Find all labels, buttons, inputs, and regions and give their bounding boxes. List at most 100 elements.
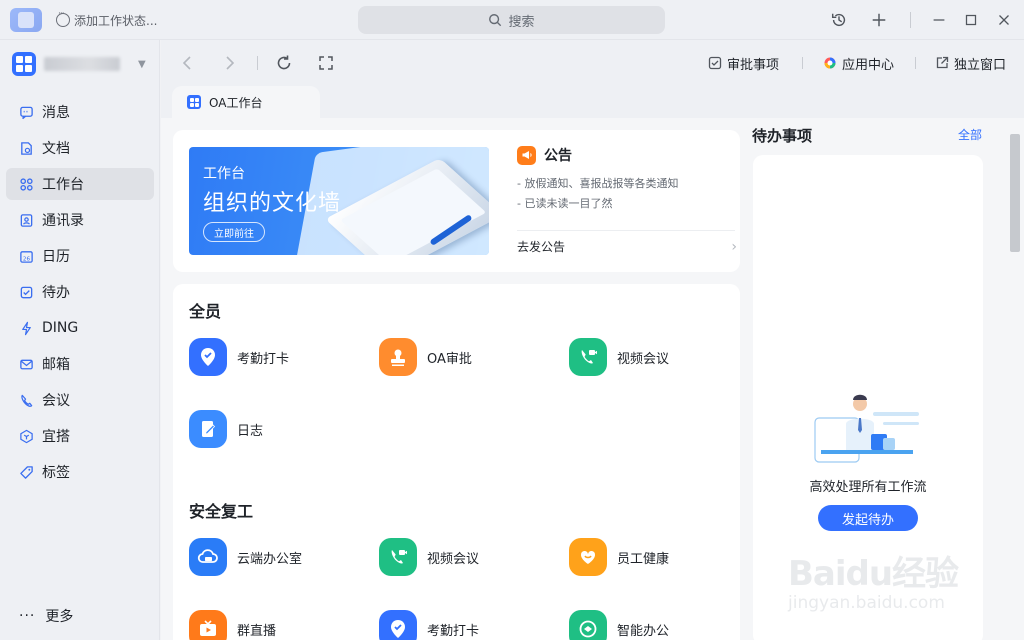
app-label: 云端办公室 [237, 551, 303, 567]
stamp-icon [379, 338, 417, 376]
ding-icon [22, 321, 31, 335]
app-attendance[interactable]: 考勤打卡 [189, 338, 289, 376]
scrollbar-thumb[interactable] [1010, 134, 1020, 252]
location-check-icon [189, 338, 227, 376]
search-bar[interactable]: 搜索 [358, 6, 665, 34]
sidebar-item-mail[interactable]: 邮箱 [6, 348, 154, 380]
app-video-meeting[interactable]: 视频会议 [569, 338, 669, 376]
back-arrow-icon[interactable] [179, 54, 197, 72]
sidebar-item-label: 会议 [42, 393, 70, 409]
banner-small-title: 工作台 [203, 166, 245, 182]
approval-check-icon [708, 56, 722, 70]
sidebar-item-label: DING [42, 320, 79, 336]
app-label: 视频会议 [617, 351, 670, 367]
fullscreen-icon[interactable] [317, 54, 335, 72]
app-label: 员工健康 [617, 551, 670, 567]
caret-down-icon: ▼ [138, 58, 146, 70]
sidebar-more-label: 更多 [45, 609, 74, 625]
tab-oa-workbench[interactable]: OA工作台 [172, 86, 320, 118]
sidebar-item-calendar[interactable]: 26 日历 [6, 240, 154, 272]
org-grid-icon [12, 52, 36, 76]
todo-view-all-link[interactable]: 全部 [958, 126, 982, 143]
content-scrollbar[interactable] [1008, 134, 1022, 640]
app-smart-office[interactable]: 智能办公 [569, 610, 669, 640]
plus-icon[interactable] [869, 10, 889, 30]
section-title-safe-return: 安全复工 [189, 502, 254, 521]
banner-go-button[interactable]: 立即前往 [203, 222, 265, 242]
external-window-icon [936, 56, 949, 69]
app-journal[interactable]: 日志 [189, 410, 263, 448]
refresh-icon[interactable] [275, 54, 293, 72]
calendar-icon: 26 [20, 250, 33, 263]
journal-icon [189, 410, 227, 448]
app-center-button[interactable]: 应用中心 [823, 54, 894, 73]
sidebar-item-label: 工作台 [42, 177, 84, 193]
sidebar-item-contacts[interactable]: 通讯录 [6, 204, 154, 236]
sidebar-nav: 消息 文档 工作台 通讯录 26 日历 待办 DING 邮箱 会议 宜搭 标签 [6, 96, 154, 492]
heart-icon [569, 538, 607, 576]
sidebar-item-todo[interactable]: 待办 [6, 276, 154, 308]
post-announcement-link[interactable]: 去发公告 › [517, 238, 737, 255]
workbench-icon [20, 177, 33, 191]
sidebar-item-label: 宜搭 [42, 429, 70, 445]
todo-card: 高效处理所有工作流 发起待办 [753, 155, 983, 640]
toolbar-divider [257, 56, 258, 70]
approvals-button[interactable]: 审批事项 [708, 54, 779, 73]
culture-wall-banner[interactable]: 工作台 组织的文化墙 立即前往 [189, 147, 489, 255]
app-label: 考勤打卡 [237, 351, 290, 367]
app-employee-health[interactable]: 员工健康 [569, 538, 669, 576]
app-cloud-office[interactable]: 云端办公室 [189, 538, 302, 576]
document-icon [21, 141, 32, 155]
app-logo[interactable] [10, 8, 42, 32]
more-dots-icon: ··· [19, 608, 36, 624]
sidebar-more-button[interactable]: ··· 更多 [19, 606, 73, 626]
history-icon[interactable] [829, 10, 849, 30]
sidebar-item-label: 通讯录 [42, 213, 84, 229]
minimize-icon[interactable] [929, 10, 949, 30]
video-call-icon [379, 538, 417, 576]
sidebar-item-messages[interactable]: 消息 [6, 96, 154, 128]
sidebar-item-tags[interactable]: 标签 [6, 456, 154, 488]
org-switcher[interactable]: ▼ [12, 52, 146, 76]
close-icon[interactable] [994, 10, 1014, 30]
meeting-icon [21, 394, 33, 407]
standalone-window-button[interactable]: 独立窗口 [935, 54, 1006, 73]
mail-icon [20, 359, 33, 369]
sidebar-item-docs[interactable]: 文档 [6, 132, 154, 164]
chevron-right-icon: › [731, 238, 737, 255]
office-worker-illustration [814, 394, 919, 463]
app-group-live[interactable]: 群直播 [189, 610, 276, 640]
message-icon [20, 106, 33, 119]
app-oa-approval[interactable]: OA审批 [379, 338, 472, 376]
calendar-day-number: 26 [23, 256, 31, 262]
work-status[interactable]: 添加工作状态... [56, 9, 157, 29]
app-video-meeting-2[interactable]: 视频会议 [379, 538, 479, 576]
tab-bar: OA工作台 [161, 86, 1024, 118]
todo-title: 待办事项 [752, 127, 813, 145]
todo-icon [20, 286, 33, 298]
sidebar-item-ding[interactable]: DING [6, 312, 154, 344]
app-label: 视频会议 [427, 551, 480, 567]
app-attendance-2[interactable]: 考勤打卡 [379, 610, 479, 640]
forward-arrow-icon[interactable] [220, 54, 238, 72]
toolbar-divider [915, 57, 916, 69]
content-toolbar: 审批事项 应用中心 独立窗口 [161, 40, 1024, 86]
megaphone-icon [517, 145, 536, 165]
smart-office-icon [569, 610, 607, 640]
app-label: 智能办公 [617, 623, 670, 639]
create-todo-button[interactable]: 发起待办 [818, 505, 918, 531]
location-check-icon [379, 610, 417, 640]
maximize-icon[interactable] [961, 10, 981, 30]
sidebar-item-label: 文档 [42, 141, 70, 157]
sidebar-item-meeting[interactable]: 会议 [6, 384, 154, 416]
title-bar: 添加工作状态... 搜索 [0, 0, 1024, 40]
sidebar: ▼ 消息 文档 工作台 通讯录 26 日历 待办 DING 邮箱 会议 宜搭 标… [0, 40, 160, 640]
sidebar-item-yida[interactable]: 宜搭 [6, 420, 154, 452]
post-announcement-label: 去发公告 [517, 240, 566, 254]
app-center-icon [824, 57, 836, 69]
apps-card: 全员 考勤打卡 OA审批 视频会议 日志 安全复工 云端办公室 视频会议 员工健… [173, 284, 740, 640]
sidebar-item-label: 消息 [42, 105, 70, 121]
tab-label: OA工作台 [209, 95, 263, 110]
sidebar-item-workbench[interactable]: 工作台 [6, 168, 154, 200]
section-title-all-staff: 全员 [189, 302, 222, 321]
